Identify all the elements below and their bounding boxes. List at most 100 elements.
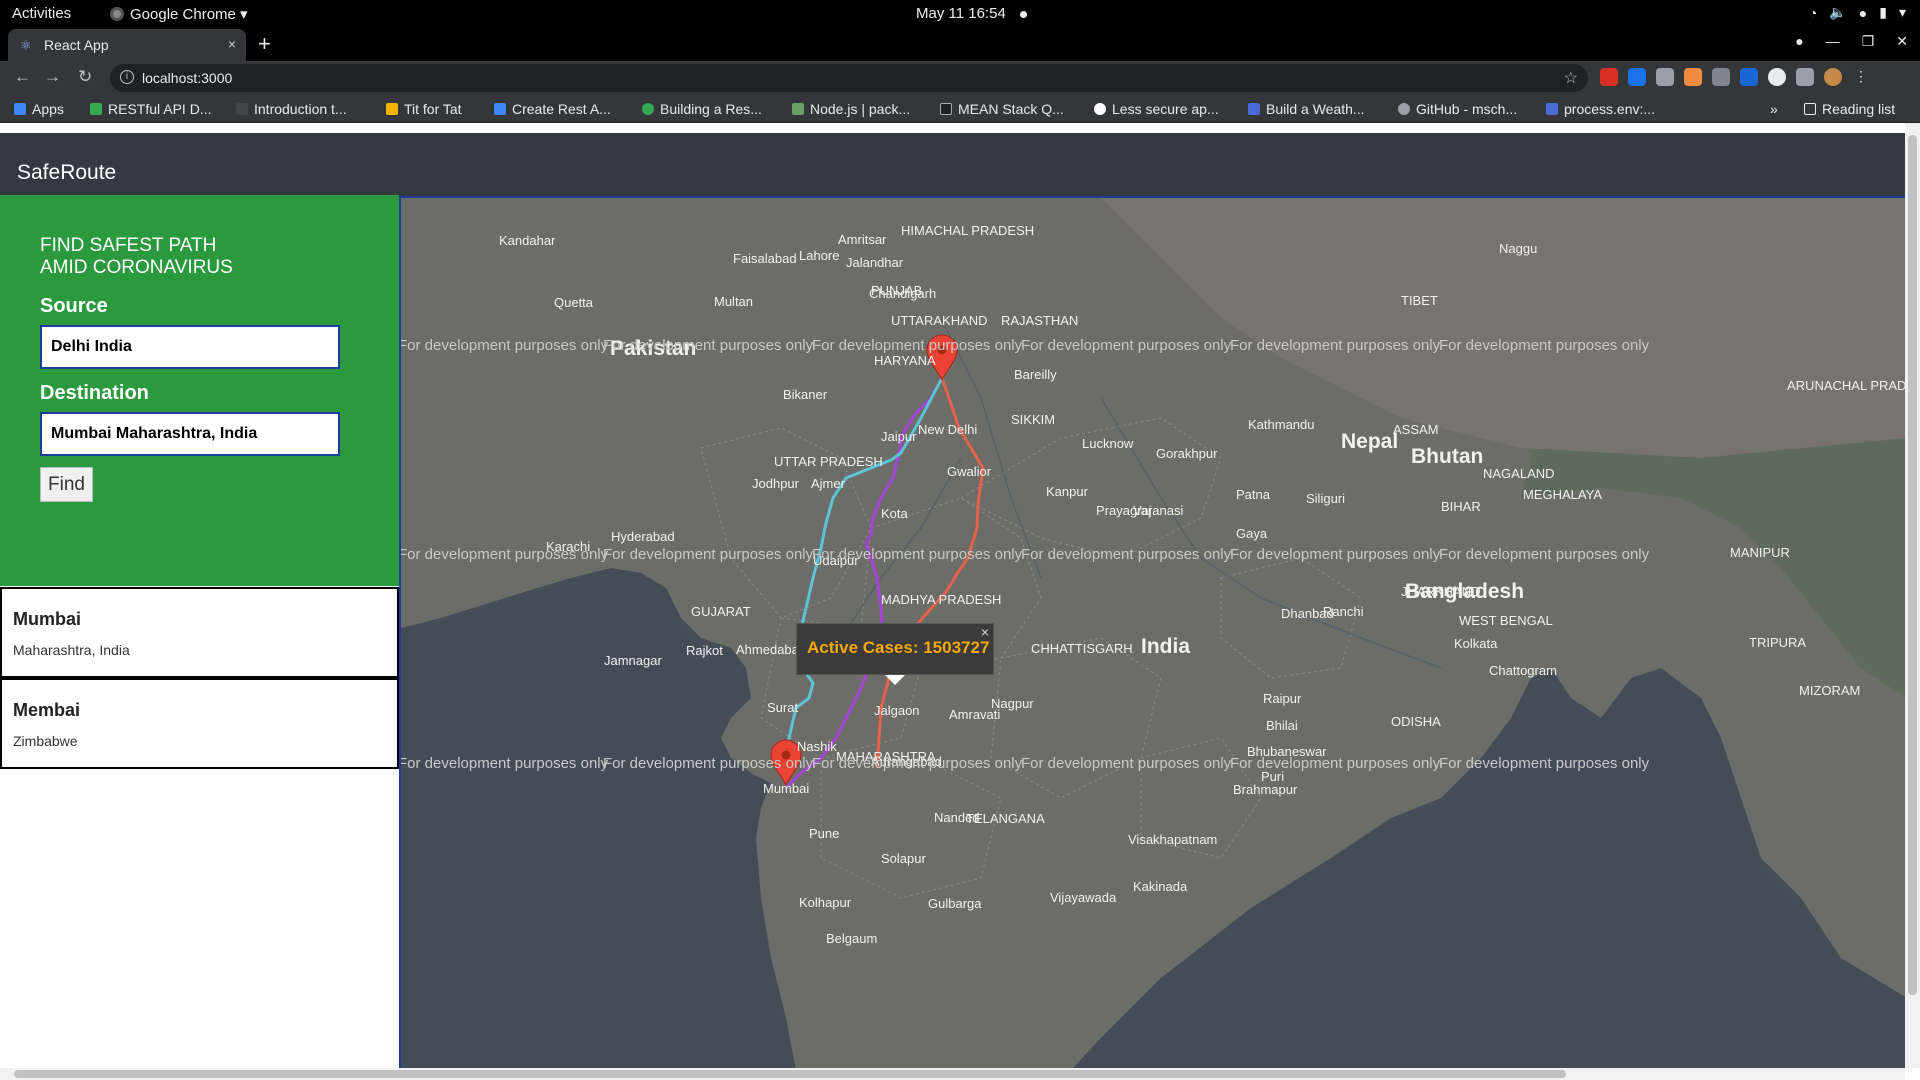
result-item[interactable]: Membai Zimbabwe xyxy=(0,678,399,769)
map-city-label: Kota xyxy=(881,506,909,521)
bookmarks-overflow-button[interactable]: » xyxy=(1770,101,1778,117)
map-view[interactable]: Pakistan Nepal Bhutan India Bangladesh Kandah… xyxy=(399,196,1905,1068)
mic-icon: ● xyxy=(1858,4,1868,21)
map-canvas[interactable]: PakistanNepalBhutanIndiaBangladeshKandah… xyxy=(401,198,1905,1068)
tab-react-app[interactable]: ⚛ React App × xyxy=(8,29,246,61)
minimize-icon[interactable]: — xyxy=(1826,33,1840,50)
info-window-pointer xyxy=(885,675,905,685)
active-cases-text: Active Cases: 1503727 xyxy=(807,638,990,657)
map-region-label: MIZORAM xyxy=(1799,683,1860,698)
bookmark-item[interactable]: Node.js | pack... xyxy=(792,101,910,117)
bookmark-favicon-icon xyxy=(792,103,804,115)
bookmark-item[interactable]: MEAN Stack Q... xyxy=(940,101,1064,117)
bookmark-label: process.env:... xyxy=(1564,101,1656,117)
new-tab-button[interactable]: + xyxy=(258,31,271,57)
back-icon[interactable]: ← xyxy=(14,67,31,87)
kebab-menu-icon[interactable]: ⋮ xyxy=(1852,68,1870,86)
bookmark-label: Node.js | pack... xyxy=(810,101,911,117)
map-city-label: Jalandhar xyxy=(846,255,904,270)
bookmark-item[interactable]: RESTful API D... xyxy=(90,101,211,117)
map-city-label: Brahmapur xyxy=(1233,782,1298,797)
profile-avatar[interactable] xyxy=(1824,68,1842,86)
map-city-label: Surat xyxy=(767,700,798,715)
address-bar[interactable]: i localhost:3000 ☆ xyxy=(110,64,1588,92)
map-country-label: India xyxy=(1141,635,1190,658)
dev-watermark: For development purposes only xyxy=(1021,546,1232,563)
map-region-label: RAJASTHAN xyxy=(1001,313,1078,328)
find-button[interactable]: Find xyxy=(40,467,93,502)
puzzle-extensions-icon[interactable] xyxy=(1796,68,1814,86)
react-favicon-icon: ⚛ xyxy=(20,38,32,53)
bookmark-label: Less secure ap... xyxy=(1112,101,1219,117)
brand-link[interactable]: SafeRoute xyxy=(17,161,116,185)
bookmark-star-icon[interactable]: ☆ xyxy=(1564,68,1578,88)
bookmark-item[interactable]: GitHub - msch... xyxy=(1398,101,1517,117)
map-region-label: WEST BENGAL xyxy=(1459,613,1553,628)
restore-icon[interactable]: ❐ xyxy=(1862,33,1875,50)
horizontal-scrollbar[interactable] xyxy=(0,1068,1905,1080)
route-form-panel: FIND SAFEST PATH AMID CORONAVIRUS Source… xyxy=(0,195,399,586)
extension-icon[interactable] xyxy=(1712,68,1730,86)
extension-icon[interactable] xyxy=(1768,68,1786,86)
app-menu[interactable]: Google Chrome ▾ xyxy=(110,5,248,23)
reading-list-icon xyxy=(1804,103,1816,115)
bookmark-label: RESTful API D... xyxy=(108,101,212,117)
bookmark-favicon-icon xyxy=(1546,103,1558,115)
wifi-icon: ◔ xyxy=(1808,4,1818,21)
dev-watermark: For development purposes only xyxy=(1439,755,1650,772)
bookmark-label: Apps xyxy=(32,101,64,117)
profile-dropdown-icon[interactable]: ● xyxy=(1795,33,1803,50)
extension-icon[interactable] xyxy=(1628,68,1646,86)
bookmark-favicon-icon xyxy=(1248,103,1260,115)
site-info-icon[interactable]: i xyxy=(120,70,134,84)
bookmark-label: Building a Res... xyxy=(660,101,762,117)
map-city-label: Ranchi xyxy=(1323,604,1364,619)
destination-input[interactable] xyxy=(40,412,340,456)
system-tray[interactable]: ◔ 🔈 ● ▮ ▾ xyxy=(1809,4,1906,21)
map-city-label: Naggu xyxy=(1499,241,1537,256)
bookmark-item[interactable]: Tit for Tat xyxy=(386,101,462,117)
info-window[interactable]: Active Cases: 1503727 × xyxy=(796,623,994,685)
bookmark-item[interactable]: Less secure ap... xyxy=(1094,101,1219,117)
vertical-scrollbar[interactable] xyxy=(1905,123,1920,1068)
reading-list-button[interactable]: Reading list xyxy=(1804,101,1895,117)
bookmark-item[interactable]: process.env:... xyxy=(1546,101,1655,117)
extension-icon[interactable] xyxy=(1684,68,1702,86)
map-city-label: Kolkata xyxy=(1454,636,1498,651)
scrollbar-thumb[interactable] xyxy=(14,1070,1566,1078)
dev-watermark: For development purposes only xyxy=(1439,337,1650,354)
extension-icon[interactable] xyxy=(1740,68,1758,86)
map-city-label: Jalgaon xyxy=(874,703,920,718)
map-region-label: BIHAR xyxy=(1441,499,1481,514)
extension-icon[interactable] xyxy=(1656,68,1674,86)
map-city-label: Patna xyxy=(1236,487,1271,502)
bookmark-item[interactable]: Build a Weath... xyxy=(1248,101,1365,117)
result-item[interactable]: Mumbai Maharashtra, India xyxy=(0,587,399,678)
tab-close-icon[interactable]: × xyxy=(228,36,236,52)
github-icon xyxy=(1398,103,1410,115)
bookmark-item[interactable]: Introduction t... xyxy=(236,101,347,117)
info-window-close-icon[interactable]: × xyxy=(981,624,989,640)
forward-icon[interactable]: → xyxy=(44,67,61,87)
reload-icon[interactable]: ↻ xyxy=(78,67,92,87)
bookmark-favicon-icon xyxy=(90,103,102,115)
map-city-label: Amritsar xyxy=(838,232,887,247)
dev-watermark: For development purposes only xyxy=(1021,337,1232,354)
extension-icon[interactable] xyxy=(1600,68,1618,86)
bookmark-label: Create Rest A... xyxy=(512,101,611,117)
source-input[interactable] xyxy=(40,325,340,369)
bookmark-apps[interactable]: Apps xyxy=(14,101,64,117)
clock[interactable]: May 11 16:54 xyxy=(916,5,1027,22)
dev-watermark: For development purposes only xyxy=(603,337,814,354)
source-label: Source xyxy=(40,295,108,317)
bookmark-item[interactable]: Building a Res... xyxy=(642,101,762,117)
bookmark-item[interactable]: Create Rest A... xyxy=(494,101,611,117)
map-city-label: Bikaner xyxy=(783,387,828,402)
map-region-label: MEGHALAYA xyxy=(1523,487,1602,502)
map-city-label: Gwalior xyxy=(947,464,992,479)
activities-button[interactable]: Activities xyxy=(12,5,71,22)
dev-watermark: For development purposes only xyxy=(401,337,609,354)
scrollbar-thumb[interactable] xyxy=(1908,135,1917,995)
bookmark-label: Tit for Tat xyxy=(404,101,462,117)
close-window-icon[interactable]: ✕ xyxy=(1896,33,1908,50)
